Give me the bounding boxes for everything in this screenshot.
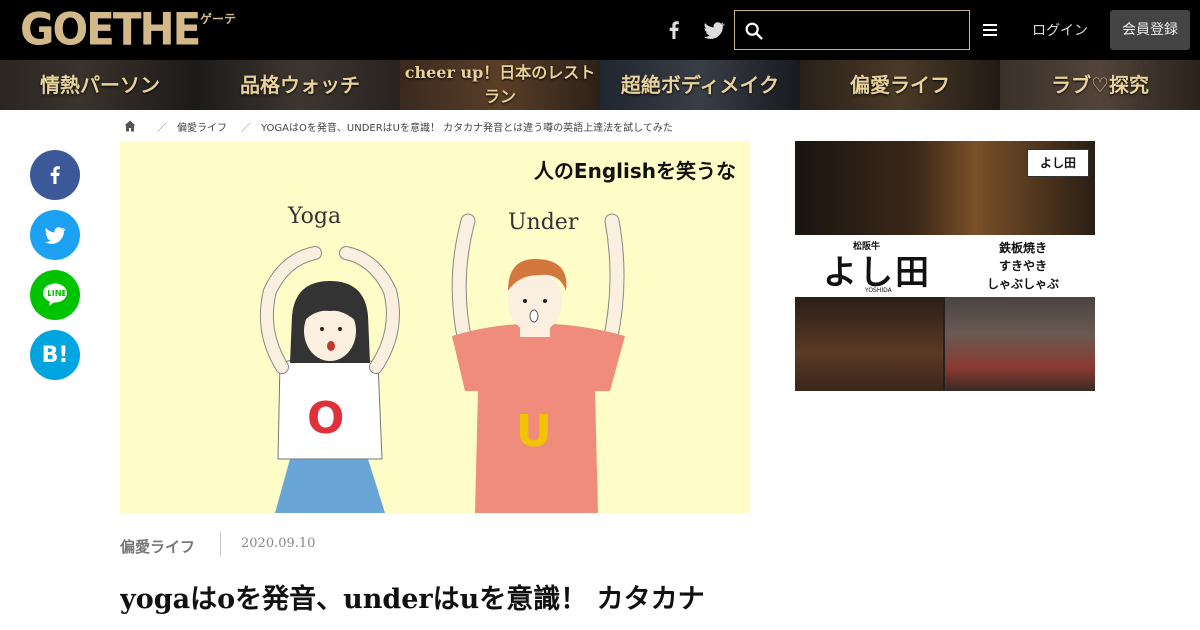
ad-menu-item: すきやき xyxy=(998,259,1047,273)
word-under: Under xyxy=(508,210,579,235)
ad-photo-restaurant xyxy=(795,297,943,391)
twitter-icon xyxy=(45,227,66,244)
facebook-icon xyxy=(50,166,60,184)
signup-button[interactable]: 会員登録 xyxy=(1110,10,1190,50)
shirt-letter-u: U xyxy=(516,406,552,457)
article-title: yogaはoを発音、underはuを意識！ カタカナ xyxy=(120,584,705,615)
category-label: 情熱パーソン xyxy=(40,73,160,97)
line-icon xyxy=(43,283,67,306)
login-link[interactable]: ログイン xyxy=(1032,20,1088,40)
category-label: 偏愛ライフ xyxy=(850,73,950,97)
breadcrumb-separator: ／ xyxy=(241,122,251,134)
hero-headline: 人のEnglishを笑うな xyxy=(533,159,736,183)
share-line-button[interactable] xyxy=(30,270,80,320)
category-item-restaurant[interactable]: cheer up！日本のレストラン xyxy=(400,60,600,110)
search-input[interactable] xyxy=(769,15,965,45)
article-date: 2020.09.10 xyxy=(241,536,316,551)
ad-brand-roman: YOSHIDA xyxy=(865,287,892,294)
hamburger-menu-icon[interactable] xyxy=(980,20,1000,40)
ad-banner[interactable]: よし田 松阪牛 よし田 YOSHIDA 鉄板焼き すきやき しゃぶしゃぶ xyxy=(795,141,1095,391)
ad-photo-steak xyxy=(945,297,1095,391)
breadcrumb-separator: ／ xyxy=(157,122,167,134)
site-header: GOETHE ゲーテ ログイン 会員登録 xyxy=(0,0,1200,60)
word-yoga: Yoga xyxy=(287,204,341,229)
category-label: cheer up！日本のレストラン xyxy=(404,63,596,106)
twitter-icon[interactable] xyxy=(702,18,726,42)
site-logo[interactable]: GOETHE ゲーテ xyxy=(20,3,240,56)
share-hatena-button[interactable]: B! xyxy=(30,330,80,380)
logo-sub: ゲーテ xyxy=(200,12,237,26)
ad-menu-item: しゃぶしゃぶ xyxy=(986,277,1059,291)
share-twitter-button[interactable] xyxy=(30,210,80,260)
ad-menu: 鉄板焼き すきやき しゃぶしゃぶ xyxy=(963,239,1083,293)
meta-divider xyxy=(220,531,221,557)
category-label: 超絶ボディメイク xyxy=(620,73,780,97)
breadcrumb-item-category[interactable]: 偏愛ライフ xyxy=(177,119,227,134)
category-item-life[interactable]: 偏愛ライフ xyxy=(800,60,1000,110)
logo-text: GOETHE xyxy=(20,3,201,56)
ad-menu-item: 鉄板焼き xyxy=(998,241,1047,255)
category-label: 品格ウォッチ xyxy=(240,73,360,97)
ad-photo-row xyxy=(795,297,1095,391)
category-nav: 情熱パーソン 品格ウォッチ cheer up！日本のレストラン 超絶ボディメイク… xyxy=(0,60,1200,110)
home-icon[interactable] xyxy=(123,119,137,133)
search-icon[interactable] xyxy=(743,20,765,42)
breadcrumb-item-current: YOGAはOを発音、UNDERはUを意識！ カタカナ発音とは違う噂の英語上達法を… xyxy=(261,122,673,134)
ad-sign: よし田 xyxy=(1027,149,1089,177)
girl-figure xyxy=(259,246,400,513)
hero-illustration: Yoga Under O U xyxy=(259,204,625,513)
search-box xyxy=(734,10,970,50)
category-item-love[interactable]: ラブ♡探究 xyxy=(1000,60,1200,110)
facebook-icon[interactable] xyxy=(662,18,686,42)
breadcrumb: ／ 偏愛ライフ ／ YOGAはOを発音、UNDERはUを意識！ カタカナ発音とは… xyxy=(120,118,673,134)
category-item-watch[interactable]: 品格ウォッチ xyxy=(200,60,400,110)
shirt-letter-o: O xyxy=(307,393,344,444)
share-facebook-button[interactable] xyxy=(30,150,80,200)
category-item-body-make[interactable]: 超絶ボディメイク xyxy=(600,60,800,110)
category-label: ラブ♡探究 xyxy=(1051,73,1149,97)
boy-figure xyxy=(451,213,625,513)
article-category[interactable]: 偏愛ライフ xyxy=(120,536,195,557)
hatena-bookmark-icon: B! xyxy=(41,342,69,368)
category-item-passion-person[interactable]: 情熱パーソン xyxy=(0,60,200,110)
hero-image: Yoga Under O U 人のEnglishを笑うな xyxy=(120,141,750,513)
